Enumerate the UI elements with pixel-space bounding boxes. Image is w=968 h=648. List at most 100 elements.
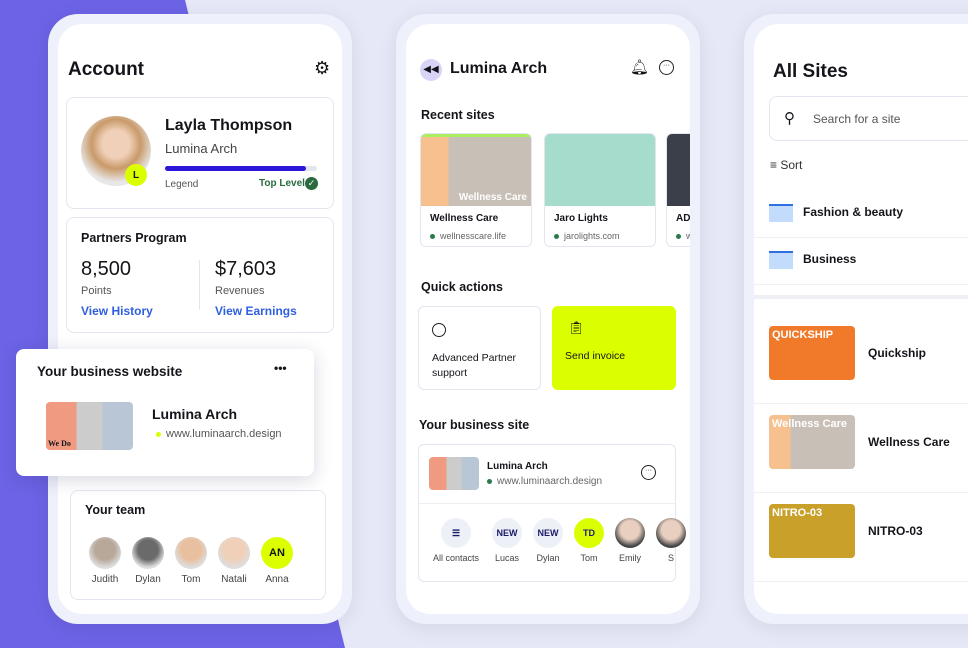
send-invoice-button[interactable]: 📋︎ Send invoice <box>552 306 676 390</box>
bell-icon[interactable]: 🔔︎ <box>630 58 649 76</box>
text-label: Send invoice <box>565 350 626 362</box>
contact-avatar: NEW <box>492 518 522 548</box>
site-thumbnail: Wellness Care <box>421 134 531 206</box>
team-member[interactable]: Dylan <box>132 537 164 585</box>
team-member[interactable]: AN Anna <box>261 537 293 585</box>
folder-item[interactable]: Business <box>754 239 968 285</box>
text-label: Jaro Lights <box>554 213 608 224</box>
team-avatar <box>132 537 164 569</box>
divider <box>199 260 200 310</box>
contact-item[interactable]: TD Tom <box>574 518 604 563</box>
search-input[interactable]: ⚲ Search for a site <box>769 96 968 141</box>
chat-icon[interactable]: ··· <box>659 60 674 75</box>
text-label: Wellness Care <box>458 192 527 203</box>
text-label: Tom <box>181 574 201 585</box>
team-card: Your team Judith Dylan Tom Natali AN Anna <box>70 490 326 600</box>
site-thumbnail: Wellness Care <box>769 415 855 469</box>
text-label: Tom <box>580 553 598 563</box>
site-thumbnail: We Do <box>46 402 133 450</box>
text-label: jarolights.com <box>564 231 620 241</box>
page-title: Account <box>68 59 144 80</box>
contact-item[interactable]: NEW Lucas <box>492 518 522 563</box>
revenue-label: Revenues <box>215 285 265 297</box>
site-logo-icon: ◀◀ <box>420 59 442 81</box>
recent-site-card[interactable]: AD w <box>666 133 690 247</box>
contact-item[interactable]: NEW Dylan <box>533 518 563 563</box>
text-label: NITRO-03 <box>868 524 923 538</box>
text-label: S <box>667 553 674 563</box>
contact-item[interactable]: S <box>656 518 686 563</box>
points-label: Points <box>81 285 112 297</box>
team-avatar <box>175 537 207 569</box>
partners-title: Partners Program <box>81 231 187 245</box>
site-item[interactable]: NITRO-03 NITRO-03 <box>754 502 968 582</box>
team-title: Your team <box>85 503 146 517</box>
profile-name: Layla Thompson <box>165 117 293 134</box>
view-earnings-link[interactable]: View Earnings <box>215 304 297 318</box>
site-item[interactable]: Wellness Care Wellness Care <box>754 413 968 493</box>
more-icon[interactable]: ••• <box>274 361 287 375</box>
text-label: Anna <box>265 574 289 585</box>
team-member[interactable]: Tom <box>175 537 207 585</box>
team-member[interactable]: Natali <box>218 537 250 585</box>
folder-icon <box>769 204 793 222</box>
search-icon: ⚲ <box>784 110 795 127</box>
gear-icon[interactable]: ⚙ <box>314 58 330 79</box>
text-label: w <box>686 231 690 241</box>
text-label: www.luminaarch.design <box>497 476 603 487</box>
text-label: Wellness Care <box>430 213 499 224</box>
partner-support-button[interactable]: Advanced Partner support <box>418 306 541 390</box>
level-status: Top Level <box>259 178 305 189</box>
contact-avatar <box>656 518 686 548</box>
business-site-title: Your business site <box>419 418 530 432</box>
team-avatar: AN <box>261 537 293 569</box>
business-title: Your business website <box>37 364 183 379</box>
recent-site-card[interactable]: Wellness Care Wellness Care wellnesscare… <box>420 133 532 247</box>
site-item[interactable]: QUICKSHIP Quickship <box>754 324 968 404</box>
business-website-card[interactable]: Your business website ••• We Do Lumina A… <box>16 349 314 476</box>
site-thumbnail: QUICKSHIP <box>769 326 855 380</box>
page-title: All Sites <box>773 61 848 82</box>
points-value: 8,500 <box>81 258 132 280</box>
business-site-card: Lumina Arch www.luminaarch.design ··· ☰ A… <box>418 444 686 582</box>
profile-card: L Layla Thompson Lumina Arch Legend Top … <box>66 97 334 209</box>
site-name: Lumina Arch <box>487 461 548 472</box>
check-icon: ✓ <box>305 177 318 190</box>
site-url[interactable]: www.luminaarch.design <box>156 428 282 440</box>
folder-icon <box>769 251 793 269</box>
partners-card: Partners Program 8,500 Points View Histo… <box>66 217 334 333</box>
team-avatar <box>89 537 121 569</box>
level-progress-bar <box>165 166 317 171</box>
text-label: Judith <box>91 574 119 585</box>
divider <box>419 503 675 504</box>
divider <box>754 295 968 299</box>
team-member[interactable]: Judith <box>89 537 121 585</box>
site-thumbnail: NITRO-03 <box>769 504 855 558</box>
clipboard-icon: 📋︎ <box>568 320 585 335</box>
text-label: We Do <box>48 439 71 448</box>
text-label: Quickship <box>868 346 927 360</box>
recent-site-card[interactable]: Jaro Lights jarolights.com <box>544 133 656 247</box>
account-phone: Account ⚙ L Layla Thompson Lumina Arch L… <box>48 14 352 624</box>
profile-company: Lumina Arch <box>165 141 238 156</box>
text-label: Wellness Care <box>868 435 950 449</box>
contact-item[interactable]: ☰ All contacts <box>431 518 481 563</box>
sort-icon: ≡ <box>770 158 781 172</box>
text-label: www.luminaarch.design <box>166 428 282 440</box>
contact-avatar: NEW <box>533 518 563 548</box>
revenue-value: $7,603 <box>215 258 277 280</box>
chat-icon[interactable]: ··· <box>641 465 656 480</box>
site-thumbnail <box>667 134 690 206</box>
contacts-icon: ☰ <box>441 518 471 548</box>
contact-item[interactable]: Emily <box>615 518 645 563</box>
level-label: Legend <box>165 179 199 190</box>
text-label: Business <box>803 252 857 266</box>
folder-item[interactable]: Fashion & beauty <box>754 192 968 238</box>
view-history-link[interactable]: View History <box>81 304 153 318</box>
sort-button[interactable]: ≡ Sort <box>770 158 802 172</box>
text-label: Sort <box>780 158 803 172</box>
text-label: Lucas <box>494 553 520 563</box>
text-label: Emily <box>619 553 641 563</box>
dashboard-phone: ◀◀ Lumina Arch 🔔︎ ··· Recent sites Welln… <box>396 14 700 624</box>
site-url[interactable]: www.luminaarch.design <box>487 476 602 487</box>
